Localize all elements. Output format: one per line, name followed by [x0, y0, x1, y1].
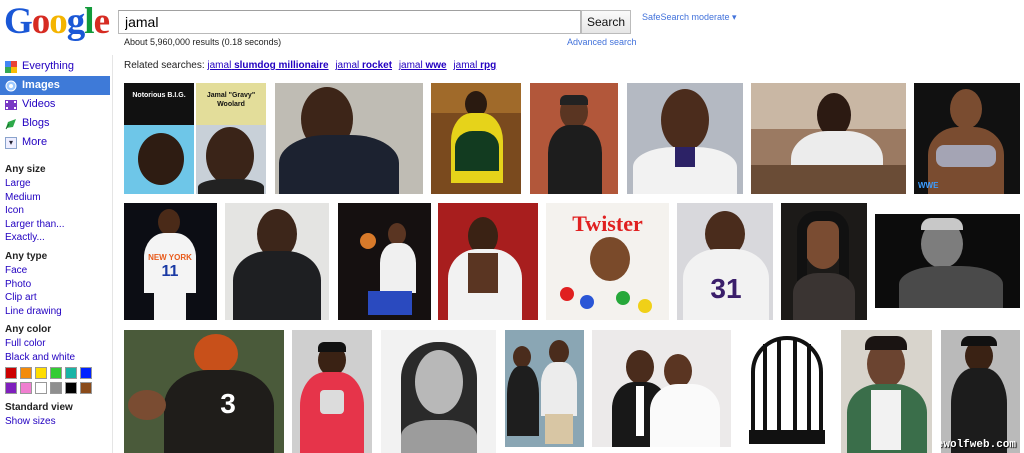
image-result[interactable]	[292, 330, 372, 453]
jersey-text: NEW YORK	[148, 253, 192, 262]
color-swatch-purple[interactable]	[5, 382, 17, 394]
color-swatch-teal[interactable]	[65, 367, 77, 379]
filter-title[interactable]: Standard view	[5, 401, 111, 415]
search-input[interactable]	[118, 10, 581, 34]
image-result[interactable]	[627, 83, 743, 194]
nav-everything[interactable]: Everything	[0, 57, 110, 76]
image-result[interactable]	[338, 203, 431, 320]
nav-label: Blogs	[22, 117, 50, 129]
filter-icon[interactable]: Icon	[5, 204, 111, 218]
blogs-icon	[5, 118, 17, 130]
nav-label: Images	[22, 79, 60, 91]
search-button[interactable]: Search	[581, 10, 631, 34]
image-result[interactable]	[530, 83, 618, 194]
caption-box: Notorious B.I.G.	[124, 83, 194, 125]
color-swatch-black[interactable]	[65, 382, 77, 394]
image-result[interactable]	[741, 330, 833, 447]
search-bar: Search	[118, 10, 631, 34]
videos-icon	[5, 99, 17, 111]
image-result[interactable]	[751, 83, 906, 194]
watermark-text: thewolfweb.com	[941, 439, 1016, 451]
left-nav: Everything Images Videos Blogs ▾ More	[0, 55, 110, 152]
google-logo[interactable]: Google	[4, 2, 110, 42]
image-result[interactable]	[875, 214, 1020, 308]
filter-title[interactable]: Any color	[5, 323, 111, 337]
nav-blogs[interactable]: Blogs	[0, 114, 110, 133]
image-result[interactable]	[505, 330, 584, 447]
filter-color: Any color Full color Black and white	[5, 323, 111, 394]
related-prefix: Related searches:	[124, 60, 205, 71]
color-swatch-green[interactable]	[50, 367, 62, 379]
color-swatch-white[interactable]	[35, 382, 47, 394]
image-result[interactable]	[381, 330, 496, 453]
caption-box: Jamal "Gravy" Woolard	[196, 83, 266, 125]
filter-large[interactable]: Large	[5, 177, 111, 191]
nav-divider	[112, 55, 113, 453]
filter-type: Any type Face Photo Clip art Line drawin…	[5, 250, 111, 318]
image-result[interactable]: NEW YORK 11	[124, 203, 217, 320]
filter-photo[interactable]: Photo	[5, 278, 111, 292]
filter-larger-than[interactable]: Larger than...	[5, 218, 111, 232]
jersey-number: 31	[710, 273, 742, 304]
advanced-search-link[interactable]: Advanced search	[567, 37, 637, 47]
color-swatch-brown[interactable]	[80, 382, 92, 394]
twister-logo: Twister	[572, 211, 643, 236]
image-result[interactable]: thewolfweb.com	[941, 330, 1020, 453]
image-result[interactable]	[275, 83, 423, 194]
filter-title[interactable]: Any type	[5, 250, 111, 264]
filter-face[interactable]: Face	[5, 264, 111, 278]
nav-images[interactable]: Images	[0, 76, 110, 95]
nav-label: More	[22, 136, 48, 148]
filter-show-sizes[interactable]: Show sizes	[5, 415, 111, 429]
color-swatches	[5, 367, 111, 394]
color-swatch-gray[interactable]	[50, 382, 62, 394]
related-link[interactable]: jamal wwe	[399, 60, 447, 71]
filter-full-color[interactable]: Full color	[5, 337, 111, 351]
results-stats: About 5,960,000 results (0.18 seconds)	[124, 37, 282, 47]
nav-label: Everything	[22, 60, 74, 72]
color-swatch-orange[interactable]	[20, 367, 32, 379]
jersey-number: 11	[161, 263, 179, 280]
image-result[interactable]	[225, 203, 329, 320]
image-result[interactable]: Twister	[546, 203, 669, 320]
image-result[interactable]: 3	[124, 330, 284, 453]
chevron-down-icon: ▾	[5, 137, 17, 149]
filter-view: Standard view Show sizes	[5, 401, 111, 429]
safesearch-dropdown[interactable]: SafeSearch moderate ▾	[642, 12, 737, 23]
image-result[interactable]	[592, 330, 731, 447]
color-swatch-red[interactable]	[5, 367, 17, 379]
images-icon	[5, 80, 17, 92]
related-link[interactable]: jamal rpg	[453, 60, 496, 71]
related-link[interactable]: jamal rocket	[335, 60, 392, 71]
related-link[interactable]: jamal slumdog millionaire	[207, 60, 328, 71]
filter-medium[interactable]: Medium	[5, 191, 111, 205]
filter-line-drawing[interactable]: Line drawing	[5, 305, 111, 319]
color-swatch-yellow[interactable]	[35, 367, 47, 379]
nav-label: Videos	[22, 98, 56, 110]
color-swatch-pink[interactable]	[20, 382, 32, 394]
google-g-icon	[5, 61, 17, 73]
image-result[interactable]	[438, 203, 538, 320]
nav-videos[interactable]: Videos	[0, 95, 110, 114]
image-result[interactable]: Notorious B.I.G. Jamal "Gravy" Woolard	[124, 83, 266, 194]
image-result[interactable]	[431, 83, 521, 194]
image-logo-text: WWE	[918, 181, 939, 190]
color-swatch-blue[interactable]	[80, 367, 92, 379]
filter-exactly[interactable]: Exactly...	[5, 231, 111, 245]
image-result[interactable]	[841, 330, 932, 453]
filter-black-white[interactable]: Black and white	[5, 351, 111, 365]
image-result[interactable]: 31	[677, 203, 773, 320]
filter-title[interactable]: Any size	[5, 163, 111, 177]
image-result[interactable]	[781, 203, 867, 320]
filter-clip-art[interactable]: Clip art	[5, 291, 111, 305]
jersey-number: 3	[220, 388, 236, 419]
related-searches: Related searches: jamal slumdog milliona…	[124, 60, 500, 71]
image-result[interactable]: WWE	[914, 83, 1020, 194]
filter-size: Any size Large Medium Icon Larger than..…	[5, 163, 111, 245]
nav-more[interactable]: ▾ More	[0, 133, 110, 152]
